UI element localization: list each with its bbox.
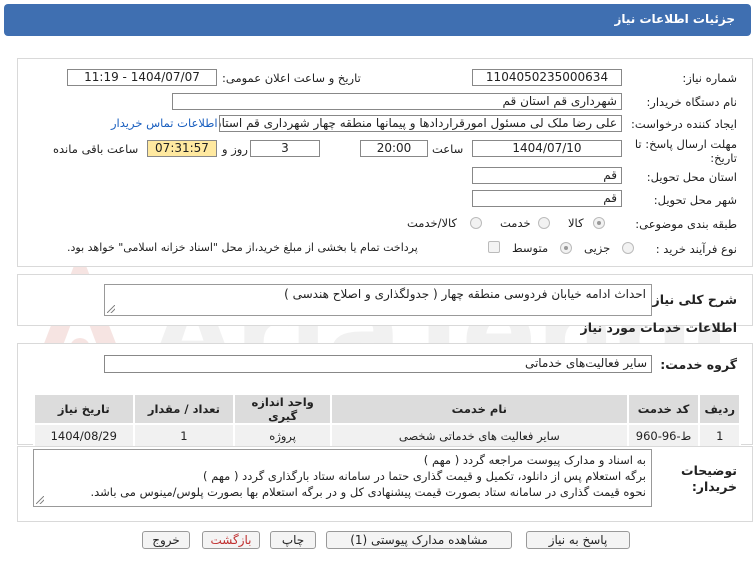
table-header-cell: ردیف	[698, 393, 741, 425]
province-label: استان محل تحویل:	[646, 170, 737, 184]
table-cell: سایر فعالیت های خدماتی شخصی	[330, 423, 629, 449]
back-button[interactable]: بازگشت	[202, 531, 260, 549]
category-option-service: خدمت	[500, 216, 531, 230]
services-section-title: اطلاعات خدمات مورد نیاز	[580, 320, 738, 335]
table-cell: 1	[698, 423, 741, 449]
buyer-notes-box: به اسناد و مدارک پیوست مراجعه گردد ( مهم…	[33, 449, 652, 507]
table-cell: ط-96-960	[626, 423, 701, 449]
resize-grip-icon[interactable]	[107, 305, 115, 313]
buyer-note-line: برگه استعلام پس از دانلود، تکمیل و قیمت …	[203, 469, 646, 483]
table-header-cell: کد خدمت	[626, 393, 701, 425]
table-header-cell: نام خدمت	[330, 393, 629, 425]
city-field: قم	[472, 190, 622, 207]
category-option-goods-service: کالا/خدمت	[407, 216, 458, 230]
process-radio-minor[interactable]	[622, 242, 634, 254]
description-text: احداث ادامه خیابان فردوسی منطقه چهار ( ج…	[284, 287, 646, 301]
need-info-panel	[17, 58, 753, 267]
view-attachments-button[interactable]: مشاهده مدارک پیوستی (1)	[326, 531, 512, 549]
need-number-label: شماره نیاز:	[682, 71, 737, 85]
process-type-label: نوع فرآیند خرید :	[655, 242, 737, 256]
buyer-contact-link[interactable]: اطلاعات تماس خریدار	[111, 116, 218, 130]
resize-grip-icon[interactable]	[36, 496, 44, 504]
table-header-cell: تاریخ نیاز	[33, 393, 135, 425]
category-radio-goods-service[interactable]	[470, 217, 482, 229]
deadline-time-label: ساعت	[432, 142, 464, 156]
province-field: قم	[472, 167, 622, 184]
process-option-medium: متوسط	[512, 241, 549, 255]
table-header-cell: تعداد / مقدار	[132, 393, 236, 425]
city-label: شهر محل تحویل:	[653, 193, 737, 207]
service-group-field: سایر فعالیت‌های خدماتی	[104, 355, 652, 373]
category-option-goods: کالا	[568, 216, 584, 230]
buyer-notes-label: توضیحات	[681, 463, 737, 478]
buyer-org-label: نام دستگاه خریدار:	[646, 95, 737, 109]
deadline-label-date: تاریخ:	[710, 151, 737, 165]
process-option-minor: جزیی	[584, 241, 611, 255]
buyer-note-line: نحوه قیمت گذاری در سامانه ستاد بصورت قیم…	[90, 485, 646, 499]
category-radio-service[interactable]	[538, 217, 550, 229]
creator-label: ایجاد کننده درخواست:	[631, 117, 737, 131]
table-cell: پروژه	[233, 423, 333, 449]
days-remaining-field: 3	[250, 140, 320, 157]
table-header-row: ردیف کد خدمت نام خدمت واحد اندازه گیری ت…	[33, 393, 741, 425]
creator-field: علی رضا ملک لی مسئول امورقراردادها و پیم…	[219, 115, 622, 132]
announce-date-field: 1404/07/07 - 11:19	[67, 69, 217, 86]
deadline-time-field: 20:00	[360, 140, 428, 157]
buyer-note-line: به اسناد و مدارک پیوست مراجعه گردد ( مهم…	[423, 453, 646, 467]
need-number-field: 1104050235000634	[472, 69, 622, 86]
page-header: جزئیات اطلاعات نیاز	[4, 4, 751, 36]
reply-button[interactable]: پاسخ به نیاز	[526, 531, 630, 549]
table-header-cell: واحد اندازه گیری	[233, 393, 333, 425]
services-table: ردیف کد خدمت نام خدمت واحد اندازه گیری ت…	[33, 393, 741, 449]
treasury-payment-checkbox[interactable]	[488, 241, 500, 253]
table-cell: 1404/08/29	[33, 423, 135, 449]
print-button[interactable]: چاپ	[270, 531, 316, 549]
days-label: روز و	[222, 142, 248, 156]
service-group-label: گروه خدمت:	[660, 357, 737, 372]
remaining-time-label: ساعت باقی مانده	[53, 142, 139, 156]
description-box: احداث ادامه خیابان فردوسی منطقه چهار ( ج…	[104, 284, 652, 316]
buyer-notes-label-2: خریدار:	[691, 479, 737, 494]
table-cell: 1	[132, 423, 236, 449]
process-radio-medium[interactable]	[560, 242, 572, 254]
description-label: شرح کلی نیاز:	[647, 292, 737, 307]
treasury-payment-note: پرداخت تمام یا بخشی از مبلغ خرید،از محل …	[67, 241, 418, 254]
exit-button[interactable]: خروج	[142, 531, 190, 549]
deadline-date-field: 1404/07/10	[472, 140, 622, 157]
table-row: 1 ط-96-960 سایر فعالیت های خدماتی شخصی پ…	[33, 423, 741, 449]
announce-date-label: تاریخ و ساعت اعلان عمومی:	[222, 71, 361, 85]
remaining-time-field: 07:31:57	[147, 140, 217, 157]
page-title: جزئیات اطلاعات نیاز	[614, 12, 735, 26]
category-label: طبقه بندی موضوعی:	[635, 217, 737, 231]
buyer-org-field: شهرداری قم استان قم	[172, 93, 622, 110]
deadline-label: مهلت ارسال پاسخ: تا	[634, 137, 737, 151]
category-radio-goods[interactable]	[593, 217, 605, 229]
